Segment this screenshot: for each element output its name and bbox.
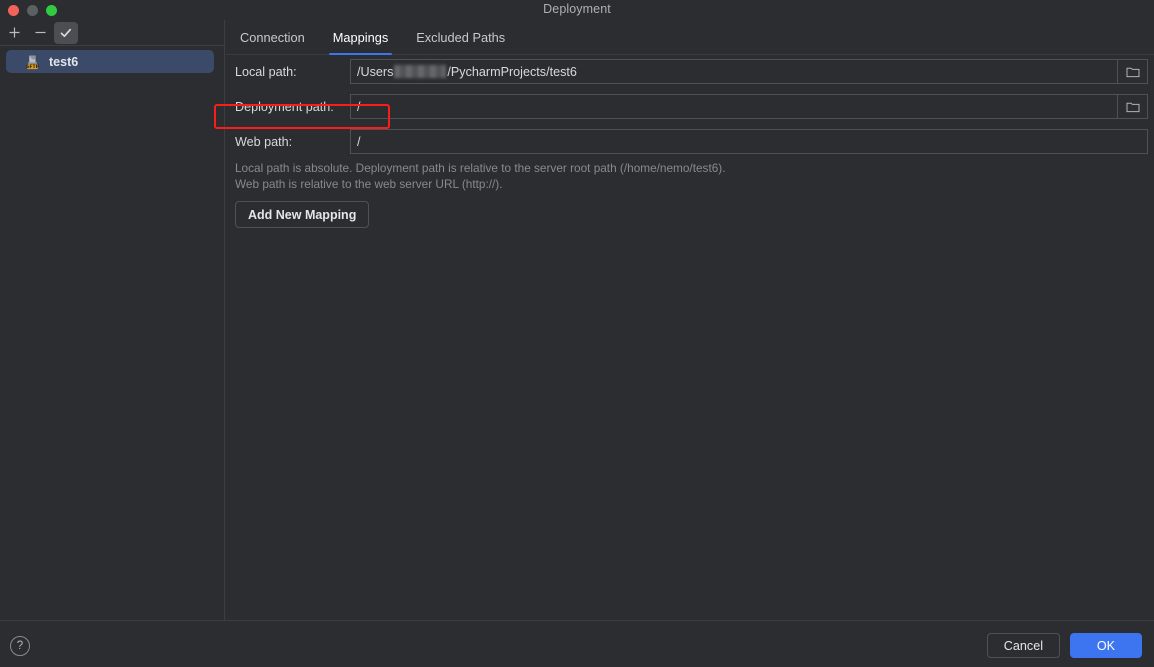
deployment-path-input[interactable]: / [350,94,1148,119]
main-panel: Connection Mappings Excluded Paths Local… [226,20,1154,620]
add-new-mapping-button[interactable]: Add New Mapping [235,201,370,228]
local-path-input[interactable]: /Users /PycharmProjects/test6 [350,59,1148,84]
web-path-input[interactable]: / [350,129,1148,154]
folder-icon [1126,102,1139,112]
local-path-label: Local path: [235,64,297,79]
local-path-row: Local path: /Users /PycharmProjects/test… [226,54,1154,89]
minus-icon [35,31,45,34]
sidebar-toolbar [0,20,224,46]
mappings-form: Local path: /Users /PycharmProjects/test… [226,54,1154,228]
dialog-footer: ? Cancel OK [0,620,1154,667]
server-sidebar: SFTP test6 [0,20,225,620]
deployment-path-value: / [357,99,361,114]
redacted-username [394,65,447,78]
tab-excluded-paths[interactable]: Excluded Paths [402,31,519,54]
title-bar: Deployment [0,0,1154,20]
remove-server-button[interactable] [28,22,52,44]
local-path-value-suffix: /PycharmProjects/test6 [447,64,577,79]
plus-icon [9,27,19,38]
deployment-path-browse-button[interactable] [1117,95,1147,118]
settings-tabs: Connection Mappings Excluded Paths [226,20,1154,55]
add-server-button[interactable] [2,22,26,44]
check-icon [60,28,72,37]
window-title: Deployment [543,2,611,16]
local-path-value: /Users /PycharmProjects/test6 [351,65,577,79]
mappings-hint: Local path is absolute. Deployment path … [226,161,1154,192]
web-path-row: Web path: / [226,124,1154,159]
folder-icon [1126,67,1139,77]
ok-button[interactable]: OK [1070,633,1142,658]
deployment-path-row: Deployment path: / [226,89,1154,124]
local-path-value-prefix: /Users [357,64,394,79]
tab-connection[interactable]: Connection [226,31,319,54]
hint-line-2: Web path is relative to the web server U… [235,176,503,191]
deployment-dialog: Deployment SFTP test6 Connection Mapping… [0,0,1154,667]
server-list: SFTP test6 [0,47,224,73]
set-default-server-button[interactable] [54,21,78,44]
web-path-value: / [357,134,361,149]
sidebar-item-test6[interactable]: SFTP test6 [6,50,214,73]
tab-mappings[interactable]: Mappings [319,31,403,55]
svg-text:SFTP: SFTP [26,63,40,69]
deployment-path-label: Deployment path: [235,99,334,114]
sidebar-item-label: test6 [49,54,79,69]
local-path-browse-button[interactable] [1117,60,1147,83]
hint-line-1: Local path is absolute. Deployment path … [235,161,726,175]
dialog-actions: Cancel OK [986,633,1142,658]
sftp-server-icon: SFTP [26,54,42,70]
help-button[interactable]: ? [10,636,30,656]
web-path-label: Web path: [235,134,293,149]
cancel-button[interactable]: Cancel [986,633,1060,658]
